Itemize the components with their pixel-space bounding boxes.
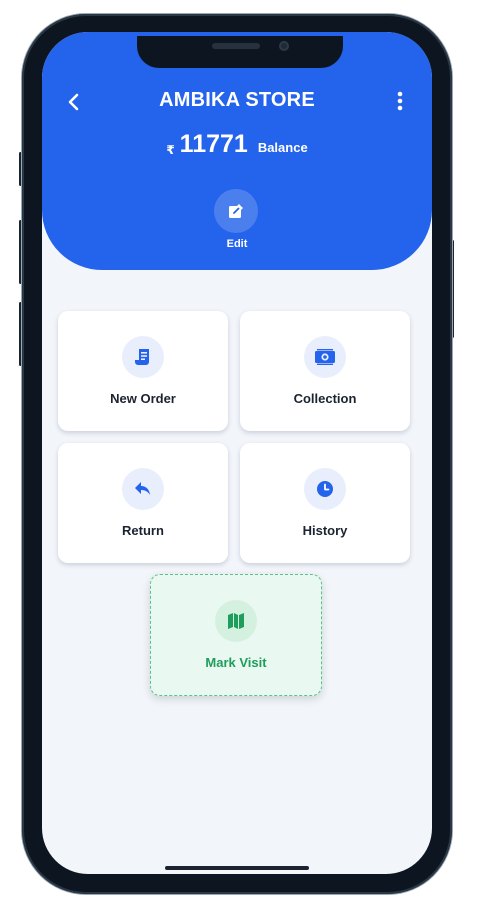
device-mockup: AMBIKA STORE ₹11771 Balance Edit New Ord… [0,0,487,899]
edit-icon [229,204,243,218]
balance-label: Balance [257,140,308,155]
edit-label: Edit [226,238,248,250]
currency-symbol: ₹ [166,143,175,157]
money-icon [304,336,346,378]
more-options-button[interactable] [390,89,410,113]
receipt-icon [122,336,164,378]
return-card[interactable]: Return [58,443,228,563]
collection-card[interactable]: Collection [240,311,410,431]
return-label: Return [122,523,164,538]
history-card[interactable]: History [240,443,410,563]
more-vertical-icon [397,91,403,111]
mark-visit-label: Mark Visit [205,655,267,670]
speaker-grille [212,43,260,49]
home-indicator[interactable] [165,866,309,870]
balance-row: ₹11771 Balance [42,130,432,159]
history-label: History [302,523,348,538]
balance-amount: 11771 [179,130,248,158]
new-order-card[interactable]: New Order [58,311,228,431]
new-order-label: New Order [110,391,176,406]
app-screen: AMBIKA STORE ₹11771 Balance Edit New Ord… [42,32,432,874]
store-title: AMBIKA STORE [159,89,315,111]
edit-button[interactable] [214,189,258,233]
mark-visit-card[interactable]: Mark Visit [150,574,322,696]
front-camera [279,41,289,51]
map-icon [215,600,257,642]
reply-icon [122,468,164,510]
collection-label: Collection [293,391,357,406]
clock-icon [304,468,346,510]
phone-notch [137,36,343,68]
